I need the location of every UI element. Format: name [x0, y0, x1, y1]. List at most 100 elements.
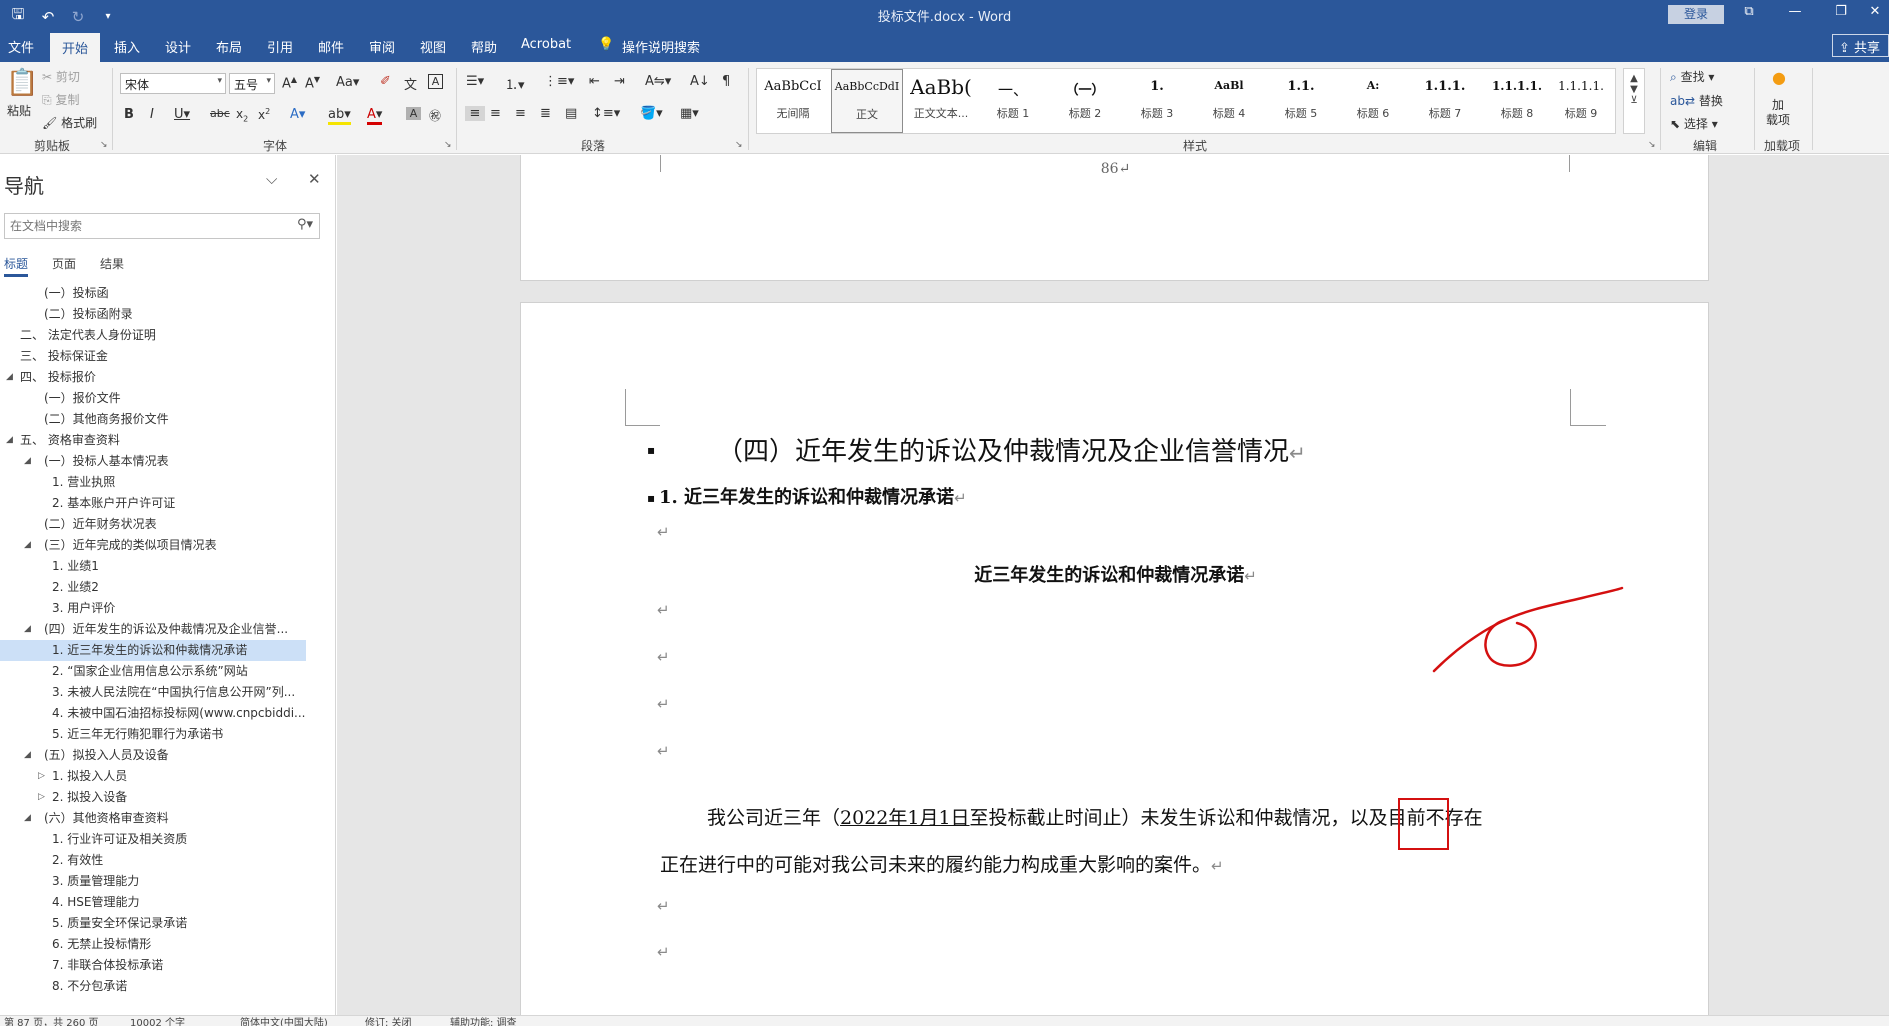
grow-font-icon[interactable]: A▲ [282, 75, 297, 91]
distributed-icon[interactable]: ▤ [565, 106, 577, 121]
multilevel-list-icon[interactable]: ⋮≡▾ [544, 74, 574, 89]
status-language[interactable]: 简体中文(中国大陆) [240, 1016, 328, 1026]
status-page[interactable]: 第 87 页，共 260 页 [4, 1016, 99, 1026]
nav-heading-item[interactable]: (二）投标函附录 [0, 304, 306, 325]
nav-heading-item[interactable]: ◢ (六）其他资格审查资料 [0, 808, 306, 829]
tab-mailings[interactable]: 邮件 [314, 37, 348, 56]
nav-tab-results[interactable]: 结果 [100, 255, 124, 277]
status-word-count[interactable]: 10002 个字 [130, 1016, 185, 1026]
tab-view[interactable]: 视图 [416, 37, 450, 56]
collapse-arrow-icon[interactable]: ◢ [24, 745, 31, 766]
nav-heading-item[interactable]: 2. 有效性 [0, 850, 306, 871]
nav-heading-item[interactable]: 7. 非联合体投标承诺 [0, 955, 306, 976]
line-spacing-icon[interactable]: ↕≡▾ [592, 106, 620, 121]
format-painter-button[interactable]: 🖌 格式刷 [42, 114, 97, 131]
addins-icon[interactable]: ● [1772, 68, 1786, 87]
character-border-icon[interactable]: A [428, 74, 443, 89]
style-heading-5[interactable]: 1.1. 标题 5 [1265, 69, 1337, 133]
collapse-arrow-icon[interactable]: ◢ [6, 367, 13, 388]
justify-icon[interactable]: ≣ [540, 106, 551, 121]
replace-button[interactable]: ab⇄ 替换 [1670, 92, 1723, 109]
status-track-changes[interactable]: 修订: 关闭 [365, 1016, 412, 1026]
bullets-icon[interactable]: ☰▾ [466, 74, 484, 89]
tab-home[interactable]: 开始 [50, 33, 101, 62]
style-heading-4[interactable]: AaBl 标题 4 [1193, 69, 1265, 133]
lightbulb-icon[interactable]: 💡 [594, 37, 618, 52]
shading-icon[interactable]: 🪣▾ [640, 106, 663, 121]
clipboard-launcher-icon[interactable]: ↘ [100, 140, 108, 150]
font-color-icon[interactable]: A▾ [367, 107, 383, 125]
paste-button[interactable]: 粘贴 [7, 102, 31, 119]
cut-button[interactable]: ✂ 剪切 [42, 68, 80, 85]
select-button[interactable]: ⬉ 选择 ▾ [1670, 115, 1718, 132]
close-window-icon[interactable]: ✕ [1860, 4, 1889, 19]
close-icon[interactable]: ✕ [308, 170, 321, 188]
nav-heading-item[interactable]: 6. 无禁止投标情形 [0, 934, 306, 955]
nav-heading-item[interactable]: 2. “国家企业信用信息公示系统”网站 [0, 661, 306, 682]
tell-me-search[interactable]: 操作说明搜索 [618, 37, 704, 56]
decrease-indent-icon[interactable]: ⇤ [589, 74, 600, 89]
nav-heading-item[interactable]: 2. 基本账户开户许可证 [0, 493, 306, 514]
nav-heading-item[interactable]: 三、 投标保证金 [0, 346, 306, 367]
subscript-icon[interactable]: x2 [236, 107, 248, 123]
strikethrough-icon[interactable]: abc [210, 107, 230, 120]
shrink-font-icon[interactable]: A▼ [305, 75, 320, 91]
style-heading-2[interactable]: （一） 标题 2 [1049, 69, 1121, 133]
style-heading-6[interactable]: A: 标题 6 [1337, 69, 1409, 133]
collapse-arrow-icon[interactable]: ◢ [24, 808, 31, 829]
collapse-arrow-icon[interactable]: ◢ [24, 619, 31, 640]
copy-button[interactable]: ⎘ 复制 [42, 91, 79, 108]
collapse-arrow-icon[interactable]: ◢ [24, 535, 31, 556]
nav-heading-item[interactable]: 4. 未被中国石油招标投标网(www.cnpcbiddi... [0, 703, 306, 724]
login-button[interactable]: 登录 [1668, 5, 1724, 24]
style-no-spacing[interactable]: AaBbCcI 无间隔 [757, 69, 829, 133]
style-heading-1[interactable]: 一、 标题 1 [977, 69, 1049, 133]
style-heading-9[interactable]: 1.1.1.1. 标题 9 [1545, 69, 1617, 133]
chinese-layout-icon[interactable]: A⇋▾ [645, 74, 671, 89]
chevron-down-icon[interactable]: ⌵ [266, 170, 277, 188]
nav-heading-item[interactable]: ◢ (四）近年发生的诉讼及仲裁情况及企业信誉... [0, 619, 306, 640]
nav-heading-item[interactable]: 3. 未被人民法院在“中国执行信息公开网”列... [0, 682, 306, 703]
nav-heading-item[interactable]: 1. 营业执照 [0, 472, 306, 493]
increase-indent-icon[interactable]: ⇥ [614, 74, 625, 89]
nav-heading-item-selected[interactable]: 1. 近三年发生的诉讼和仲裁情况承诺 [0, 640, 306, 661]
paragraph-launcher-icon[interactable]: ↘ [735, 140, 743, 150]
nav-heading-item[interactable]: ◢ 四、 投标报价 [0, 367, 306, 388]
sort-icon[interactable]: A↓ [690, 74, 710, 89]
style-heading-7[interactable]: 1.1.1. 标题 7 [1409, 69, 1481, 133]
nav-heading-item[interactable]: ◢ (三）近年完成的类似项目情况表 [0, 535, 306, 556]
nav-heading-item[interactable]: (二）其他商务报价文件 [0, 409, 306, 430]
nav-heading-item[interactable]: (一）投标函 [0, 283, 306, 304]
phonetic-guide-icon[interactable]: 文 [404, 74, 417, 93]
nav-search-input[interactable] [5, 214, 275, 238]
borders-icon[interactable]: ▦▾ [680, 106, 699, 121]
character-shading-icon[interactable]: A [406, 107, 421, 120]
style-heading-3[interactable]: 1. 标题 3 [1121, 69, 1193, 133]
status-accessibility[interactable]: 辅助功能: 调查 [450, 1016, 517, 1026]
nav-heading-item[interactable]: 4. HSE管理能力 [0, 892, 306, 913]
nav-heading-item[interactable]: 5. 近三年无行贿犯罪行为承诺书 [0, 724, 306, 745]
nav-heading-item[interactable]: ▷ 2. 拟投入设备 [0, 787, 306, 808]
share-button[interactable]: ⇪ 共享 [1832, 34, 1889, 57]
align-left-icon[interactable]: ≡ [465, 106, 485, 121]
font-size-select[interactable]: 五号 ▾ [229, 73, 275, 94]
numbering-icon[interactable]: ⒈▾ [505, 74, 525, 93]
nav-heading-item[interactable]: 二、 法定代表人身份证明 [0, 325, 306, 346]
addins-button[interactable]: 加 载项 [1766, 98, 1790, 128]
tab-layout[interactable]: 布局 [212, 37, 246, 56]
underline-icon[interactable]: U▾ [174, 107, 190, 122]
tab-references[interactable]: 引用 [263, 37, 297, 56]
tab-insert[interactable]: 插入 [110, 37, 144, 56]
nav-heading-item[interactable]: 3. 质量管理能力 [0, 871, 306, 892]
nav-heading-item[interactable]: (二）近年财务状况表 [0, 514, 306, 535]
italic-icon[interactable]: I [150, 107, 154, 122]
nav-heading-item[interactable]: 5. 质量安全环保记录承诺 [0, 913, 306, 934]
minimize-icon[interactable]: — [1780, 4, 1810, 19]
nav-heading-item[interactable]: ◢ 五、 资格审查资料 [0, 430, 306, 451]
nav-heading-item[interactable]: 8. 不分包承诺 [0, 976, 306, 997]
nav-heading-item[interactable]: (一）报价文件 [0, 388, 306, 409]
clear-formatting-icon[interactable]: ✐ [380, 74, 391, 89]
tab-design[interactable]: 设计 [161, 37, 195, 56]
find-button[interactable]: ⌕ 查找 ▾ [1670, 68, 1714, 85]
style-body-text[interactable]: AaBb(正文文本... [905, 69, 977, 133]
